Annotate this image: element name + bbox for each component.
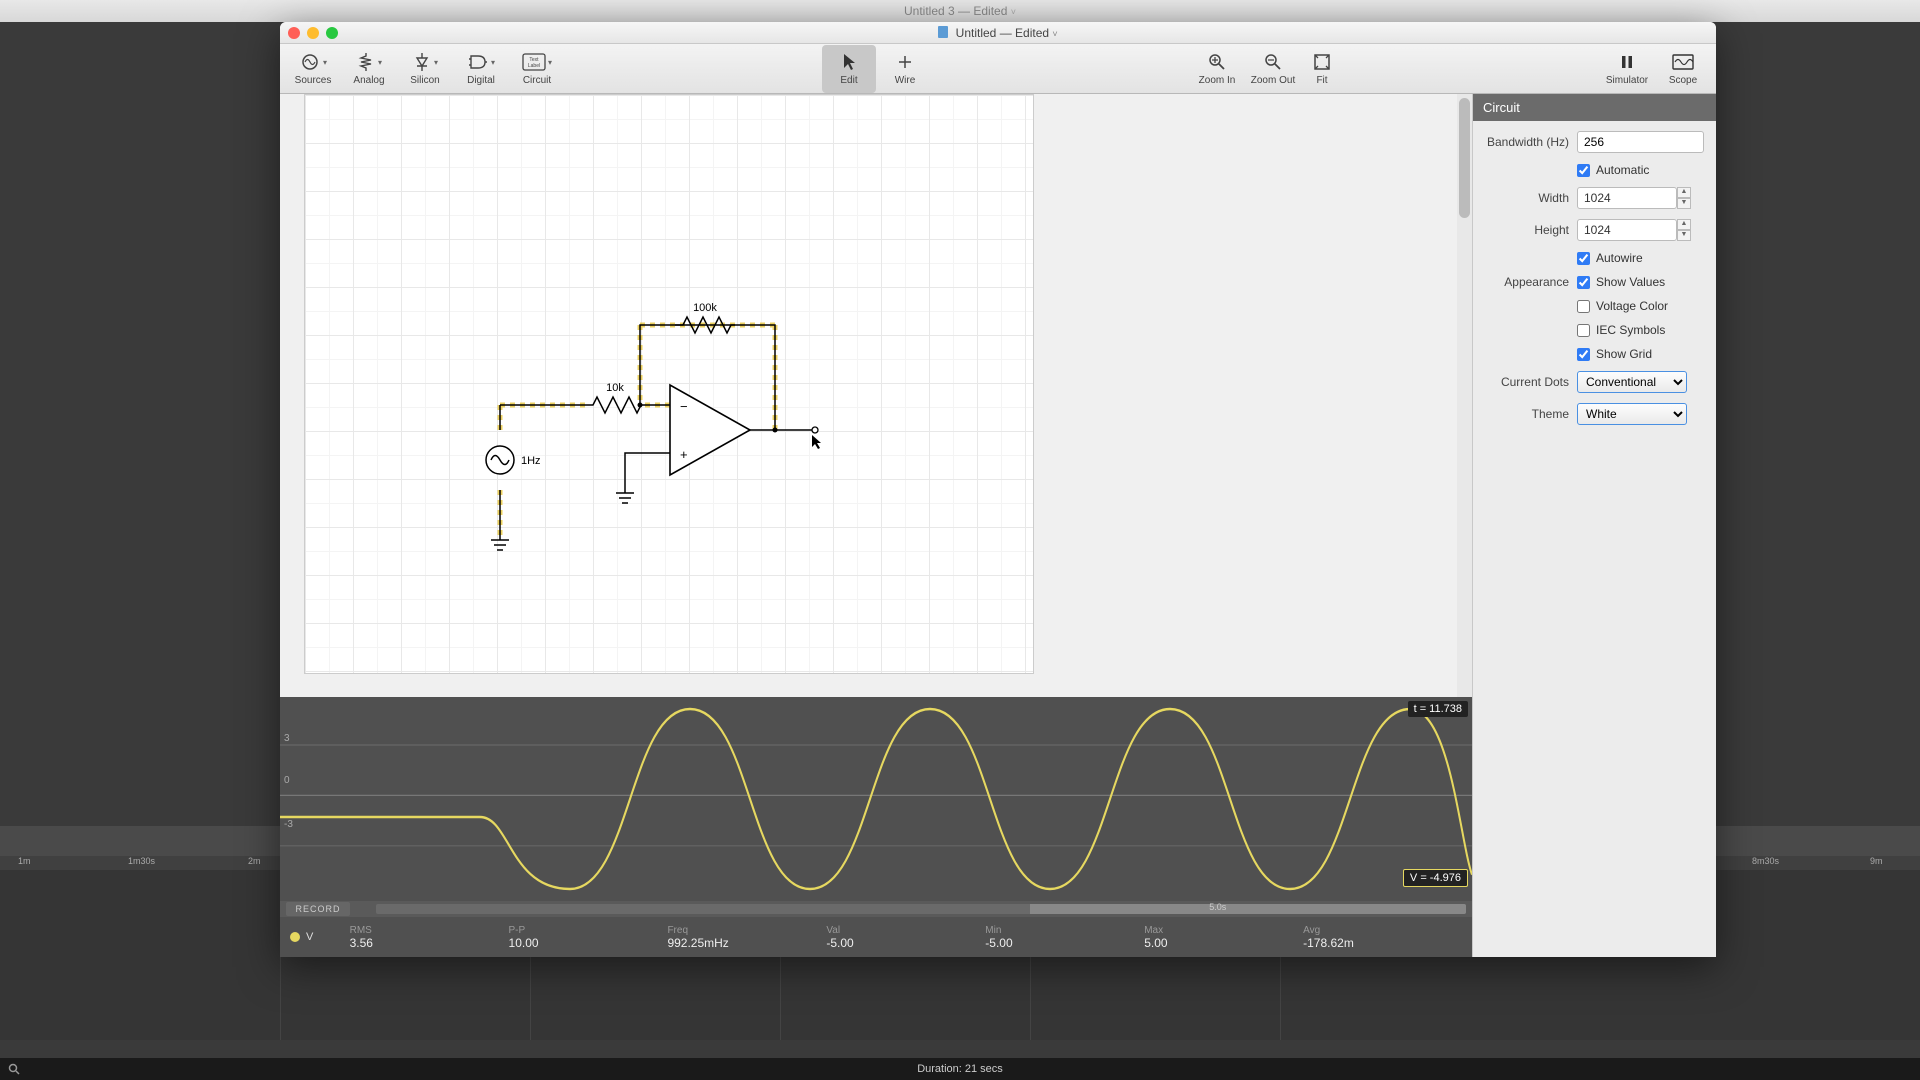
scope-waveform bbox=[280, 697, 1472, 901]
svg-text:+: + bbox=[680, 447, 688, 462]
analog-button[interactable]: ▾ Analog bbox=[342, 45, 396, 93]
zoom-in-button[interactable]: Zoom In bbox=[1190, 45, 1244, 93]
scope-timeline[interactable]: RECORD 5.0s bbox=[280, 901, 1472, 917]
scope-icon bbox=[1672, 54, 1694, 70]
width-stepper[interactable]: ▲▼ bbox=[1677, 187, 1691, 209]
svg-text:−: − bbox=[680, 399, 688, 414]
outer-window-title: Untitled 3 — Edited ˅ bbox=[0, 0, 1920, 22]
and-gate-icon bbox=[467, 51, 489, 73]
automatic-checkbox[interactable] bbox=[1577, 164, 1590, 177]
resistor-feedback: 100k bbox=[675, 302, 735, 333]
scope-graph[interactable]: t = 11.738 V = -4.976 3 0 -3 bbox=[280, 697, 1472, 901]
schematic-canvas[interactable]: 10k 100k − + bbox=[304, 94, 1034, 674]
digital-button[interactable]: ▾ Digital bbox=[454, 45, 508, 93]
status-bar: Duration: 21 secs bbox=[0, 1058, 1920, 1080]
sine-source-icon bbox=[299, 51, 321, 73]
ground-opamp bbox=[616, 493, 634, 503]
titlebar: Untitled — Edited ˅ bbox=[280, 22, 1716, 44]
zoom-in-icon bbox=[1208, 53, 1226, 71]
text-label-icon: TextLabel bbox=[522, 53, 546, 71]
source-freq-label: 1Hz bbox=[521, 455, 541, 467]
opamp: − + bbox=[670, 385, 750, 475]
height-input[interactable]: 1024 bbox=[1577, 219, 1677, 241]
simulator-button[interactable]: Simulator bbox=[1600, 45, 1654, 93]
scope-scrub-bar[interactable]: 5.0s bbox=[376, 904, 1466, 914]
probe-indicator[interactable]: V bbox=[290, 931, 350, 943]
autowire-checkbox[interactable] bbox=[1577, 252, 1590, 265]
ground-source bbox=[491, 540, 509, 550]
app-window: Untitled — Edited ˅ ▾ Sources ▾ Analog ▾… bbox=[280, 22, 1716, 957]
sources-button[interactable]: ▾ Sources bbox=[286, 45, 340, 93]
output-node bbox=[812, 427, 818, 433]
scope-button[interactable]: Scope bbox=[1656, 45, 1710, 93]
bandwidth-input[interactable] bbox=[1577, 131, 1704, 153]
mouse-cursor bbox=[812, 435, 821, 449]
resistor-input: 10k bbox=[585, 382, 645, 413]
resistor-icon bbox=[356, 51, 376, 73]
ac-source: 1Hz bbox=[486, 446, 541, 474]
probe-dot-icon bbox=[290, 932, 300, 942]
inspector-panel: Circuit Bandwidth (Hz) Automatic Width 1… bbox=[1472, 94, 1716, 957]
edit-tool-button[interactable]: Edit bbox=[822, 45, 876, 93]
fit-icon bbox=[1313, 53, 1331, 71]
close-button[interactable] bbox=[288, 27, 300, 39]
vertical-scrollbar[interactable] bbox=[1457, 94, 1472, 697]
zoom-out-button[interactable]: Zoom Out bbox=[1246, 45, 1300, 93]
schematic-canvas-area[interactable]: 10k 100k − + bbox=[280, 94, 1472, 697]
window-title[interactable]: Untitled — Edited ˅ bbox=[338, 26, 1658, 40]
zoom-out-icon bbox=[1264, 53, 1282, 71]
wire-tool-button[interactable]: Wire bbox=[878, 45, 932, 93]
silicon-button[interactable]: ▾ Silicon bbox=[398, 45, 452, 93]
theme-select[interactable]: White bbox=[1577, 403, 1687, 425]
inspector-title: Circuit bbox=[1473, 94, 1716, 121]
minimize-button[interactable] bbox=[307, 27, 319, 39]
toolbar: ▾ Sources ▾ Analog ▾ Silicon ▾ Digital T… bbox=[280, 44, 1716, 94]
circuit-button[interactable]: TextLabel▾ Circuit bbox=[510, 45, 564, 93]
iec-symbols-checkbox[interactable] bbox=[1577, 324, 1590, 337]
voltage-color-checkbox[interactable] bbox=[1577, 300, 1590, 313]
diode-icon bbox=[412, 51, 432, 73]
record-button[interactable]: RECORD bbox=[286, 902, 350, 916]
resistor-feedback-value: 100k bbox=[693, 302, 717, 314]
scope-stats: V RMS3.56 P-P10.00 Freq992.25mHz Val-5.0… bbox=[280, 917, 1472, 957]
scope-time-label: t = 11.738 bbox=[1408, 701, 1468, 717]
pause-icon bbox=[1620, 54, 1634, 70]
show-grid-checkbox[interactable] bbox=[1577, 348, 1590, 361]
width-input[interactable]: 1024 bbox=[1577, 187, 1677, 209]
current-dots-select[interactable]: Conventional bbox=[1577, 371, 1687, 393]
cursor-icon bbox=[841, 52, 857, 72]
zoom-button[interactable] bbox=[326, 27, 338, 39]
scope-panel: t = 11.738 V = -4.976 3 0 -3 RECORD bbox=[280, 697, 1472, 957]
search-icon[interactable] bbox=[8, 1063, 20, 1075]
schematic-svg: 10k 100k − + bbox=[305, 95, 1035, 675]
fit-button[interactable]: Fit bbox=[1302, 45, 1342, 93]
status-text: Duration: 21 secs bbox=[917, 1063, 1003, 1075]
scope-value-label: V = -4.976 bbox=[1403, 869, 1468, 887]
svg-text:Label: Label bbox=[528, 63, 540, 69]
height-stepper[interactable]: ▲▼ bbox=[1677, 219, 1691, 241]
document-icon bbox=[938, 26, 948, 38]
resistor-input-value: 10k bbox=[606, 382, 624, 394]
plus-icon bbox=[897, 54, 913, 70]
show-values-checkbox[interactable] bbox=[1577, 276, 1590, 289]
